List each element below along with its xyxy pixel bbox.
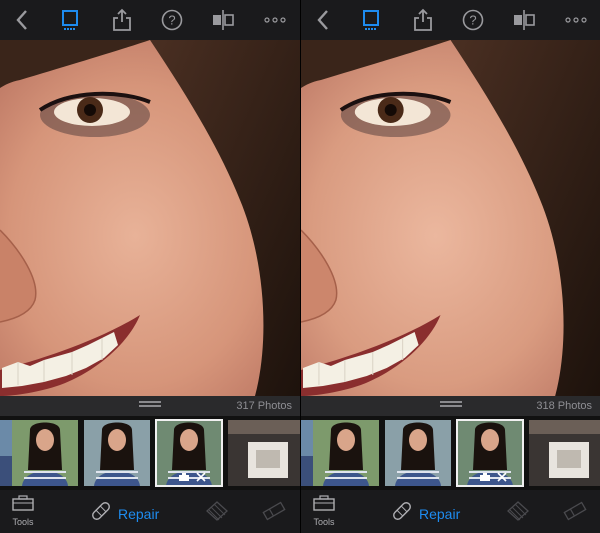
thumbnail[interactable] [385, 420, 451, 486]
thumbnail-selected[interactable] [456, 419, 524, 487]
photo-count: 318 Photos [536, 400, 592, 412]
screens: ? 317 Photos Tools Repair ? 318 Photos T… [0, 0, 600, 533]
device-view-icon[interactable] [58, 8, 82, 32]
bandage-icon [391, 500, 413, 527]
repair-button[interactable]: Repair [391, 500, 460, 527]
tools-button[interactable]: Tools [311, 495, 337, 527]
thumbnail-badge [479, 472, 507, 482]
edited-icon [178, 472, 190, 482]
compare-icon[interactable] [211, 8, 235, 32]
compare-icon[interactable] [512, 8, 536, 32]
top-toolbar: ? [0, 0, 300, 40]
thumbnail[interactable] [228, 420, 300, 486]
device-view-icon[interactable] [359, 8, 383, 32]
thumbnail[interactable] [301, 420, 313, 486]
tools-button[interactable]: Tools [10, 495, 36, 527]
thumbnail-selected[interactable] [155, 419, 223, 487]
thumbnail[interactable] [12, 420, 78, 486]
toolbox-icon [12, 495, 34, 515]
more-icon[interactable] [262, 8, 288, 32]
filmstrip-header: 318 Photos [301, 396, 600, 416]
bottom-toolbar: Tools Repair [0, 490, 300, 533]
filmstrip[interactable] [301, 416, 600, 490]
top-toolbar: ? [301, 0, 600, 40]
share-icon[interactable] [110, 8, 134, 32]
help-icon[interactable]: ? [461, 8, 485, 32]
toolbox-icon [313, 495, 335, 515]
eraser-icon[interactable] [563, 501, 587, 526]
photo-canvas[interactable] [0, 40, 300, 396]
drag-handle-icon[interactable] [139, 401, 161, 409]
close-icon[interactable] [497, 472, 507, 482]
close-icon[interactable] [196, 472, 206, 482]
repair-label: Repair [118, 505, 160, 522]
pattern-brush-icon[interactable] [206, 501, 228, 526]
repair-label: Repair [419, 505, 461, 522]
thumbnail[interactable] [313, 420, 379, 486]
bandage-icon [90, 500, 112, 527]
svg-text:?: ? [168, 13, 175, 28]
more-icon[interactable] [563, 8, 589, 32]
pattern-brush-icon[interactable] [507, 501, 529, 526]
edited-icon [479, 472, 491, 482]
tools-label: Tools [313, 517, 335, 527]
thumbnail[interactable] [84, 420, 150, 486]
thumbnail[interactable] [0, 420, 12, 486]
drag-handle-icon[interactable] [439, 401, 462, 409]
filmstrip-header: 317 Photos [0, 396, 300, 416]
photo-count: 317 Photos [236, 400, 292, 412]
svg-text:?: ? [469, 13, 476, 28]
help-icon[interactable]: ? [160, 8, 184, 32]
back-icon[interactable] [10, 8, 34, 32]
screen-right: ? 318 Photos Tools Repair [300, 0, 600, 533]
filmstrip[interactable] [0, 416, 300, 490]
share-icon[interactable] [411, 8, 435, 32]
eraser-icon[interactable] [262, 501, 286, 526]
bottom-toolbar: Tools Repair [301, 490, 600, 533]
back-icon[interactable] [311, 8, 335, 32]
screen-left: ? 317 Photos Tools Repair [0, 0, 300, 533]
thumbnail[interactable] [529, 420, 600, 486]
thumbnail-badge [178, 472, 206, 482]
tools-label: Tools [12, 517, 34, 527]
photo-canvas[interactable] [301, 40, 600, 396]
repair-button[interactable]: Repair [90, 500, 159, 527]
